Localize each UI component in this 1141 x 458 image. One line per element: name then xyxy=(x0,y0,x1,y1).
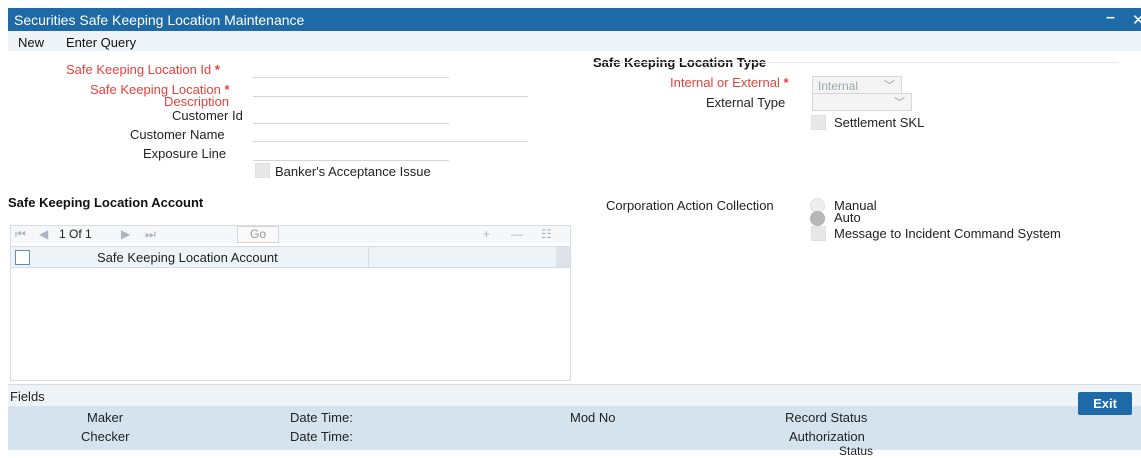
auto-radio[interactable] xyxy=(810,211,825,226)
chevron-down-icon: ﹀ xyxy=(894,97,905,109)
location-id-label: Safe Keeping Location Id * xyxy=(66,62,220,77)
audit-footer: Maker Checker Date Time: Date Time: Mod … xyxy=(8,406,1141,458)
column-divider xyxy=(368,247,369,267)
exposure-line-input[interactable] xyxy=(253,160,449,161)
last-page-icon[interactable]: ⏭ xyxy=(145,227,156,242)
maker-label: Maker xyxy=(87,410,124,425)
settlement-skl-checkbox[interactable] xyxy=(811,115,826,130)
internal-external-select[interactable]: Internal ﹀ xyxy=(812,76,902,94)
first-page-icon[interactable]: ⏮ xyxy=(15,227,26,242)
select-all-checkbox[interactable] xyxy=(15,250,30,265)
exposure-line-label: Exposure Line xyxy=(143,146,227,161)
exit-button[interactable]: Exit xyxy=(1078,392,1132,415)
incident-command-checkbox[interactable] xyxy=(811,226,826,241)
record-status-label: Record Status xyxy=(785,410,868,425)
external-type-select[interactable]: ﹀ xyxy=(812,93,912,111)
customer-name-label: Customer Name xyxy=(130,127,225,142)
window-titlebar: Securities Safe Keeping Location Mainten… xyxy=(8,8,1141,31)
grid-toolbar: ⏮ ◀ 1 Of 1 ▶ ⏭ Go + — ☷ xyxy=(11,226,570,243)
settlement-skl-label: Settlement SKL xyxy=(834,115,925,130)
fields-label[interactable]: Fields xyxy=(10,389,45,404)
menu-bar: New Enter Query xyxy=(8,31,1141,51)
internal-external-label: Internal or External * xyxy=(670,75,789,90)
incident-command-label: Message to Incident Command System xyxy=(834,226,1061,241)
auto-radio-label: Auto xyxy=(834,210,861,225)
checker-date-time-label: Date Time: xyxy=(290,429,353,444)
account-grid: ⏮ ◀ 1 Of 1 ▶ ⏭ Go + — ☷ Safe Keeping Loc… xyxy=(10,225,571,381)
delete-row-icon[interactable]: — xyxy=(511,227,523,241)
location-id-input[interactable] xyxy=(253,77,449,78)
corporation-action-label: Corporation Action Collection xyxy=(606,198,774,213)
prev-page-icon[interactable]: ◀ xyxy=(39,227,48,241)
customer-id-label: Customer Id xyxy=(172,108,243,123)
maker-date-time-label: Date Time: xyxy=(290,410,353,425)
add-row-icon[interactable]: + xyxy=(483,227,490,241)
enter-query-menu-item[interactable]: Enter Query xyxy=(66,35,136,50)
account-column-header: Safe Keeping Location Account xyxy=(97,250,278,265)
single-view-icon[interactable]: ☷ xyxy=(541,227,552,241)
close-icon[interactable]: ✕ xyxy=(1132,11,1141,29)
bankers-acceptance-label: Banker's Acceptance Issue xyxy=(275,164,431,179)
page-indicator: 1 Of 1 xyxy=(59,227,92,241)
scrollbar[interactable] xyxy=(556,247,570,267)
go-button[interactable]: Go xyxy=(237,226,279,243)
section-divider xyxy=(593,62,1118,63)
fields-bar[interactable]: Fields xyxy=(8,384,1141,407)
minimize-icon[interactable]: – xyxy=(1106,9,1115,27)
new-menu-item[interactable]: New xyxy=(18,35,44,50)
checker-label: Checker xyxy=(81,429,130,444)
account-section-title: Safe Keeping Location Account xyxy=(8,195,204,210)
external-type-label: External Type xyxy=(706,95,786,110)
customer-name-input[interactable] xyxy=(253,141,528,142)
mod-no-label: Mod No xyxy=(570,410,616,425)
maintenance-window: New Enter Query Safe Keeping Location Id… xyxy=(8,31,1141,458)
customer-id-input[interactable] xyxy=(253,123,449,124)
authorization-label: Authorization xyxy=(789,429,865,444)
next-page-icon[interactable]: ▶ xyxy=(121,227,130,241)
authorization-status-label: Status xyxy=(839,444,874,458)
window-title: Securities Safe Keeping Location Mainten… xyxy=(14,12,305,28)
description-input[interactable] xyxy=(253,96,528,97)
grid-header: Safe Keeping Location Account xyxy=(11,246,570,268)
description-label-2: Description xyxy=(164,94,230,109)
bankers-acceptance-checkbox[interactable] xyxy=(255,163,270,178)
